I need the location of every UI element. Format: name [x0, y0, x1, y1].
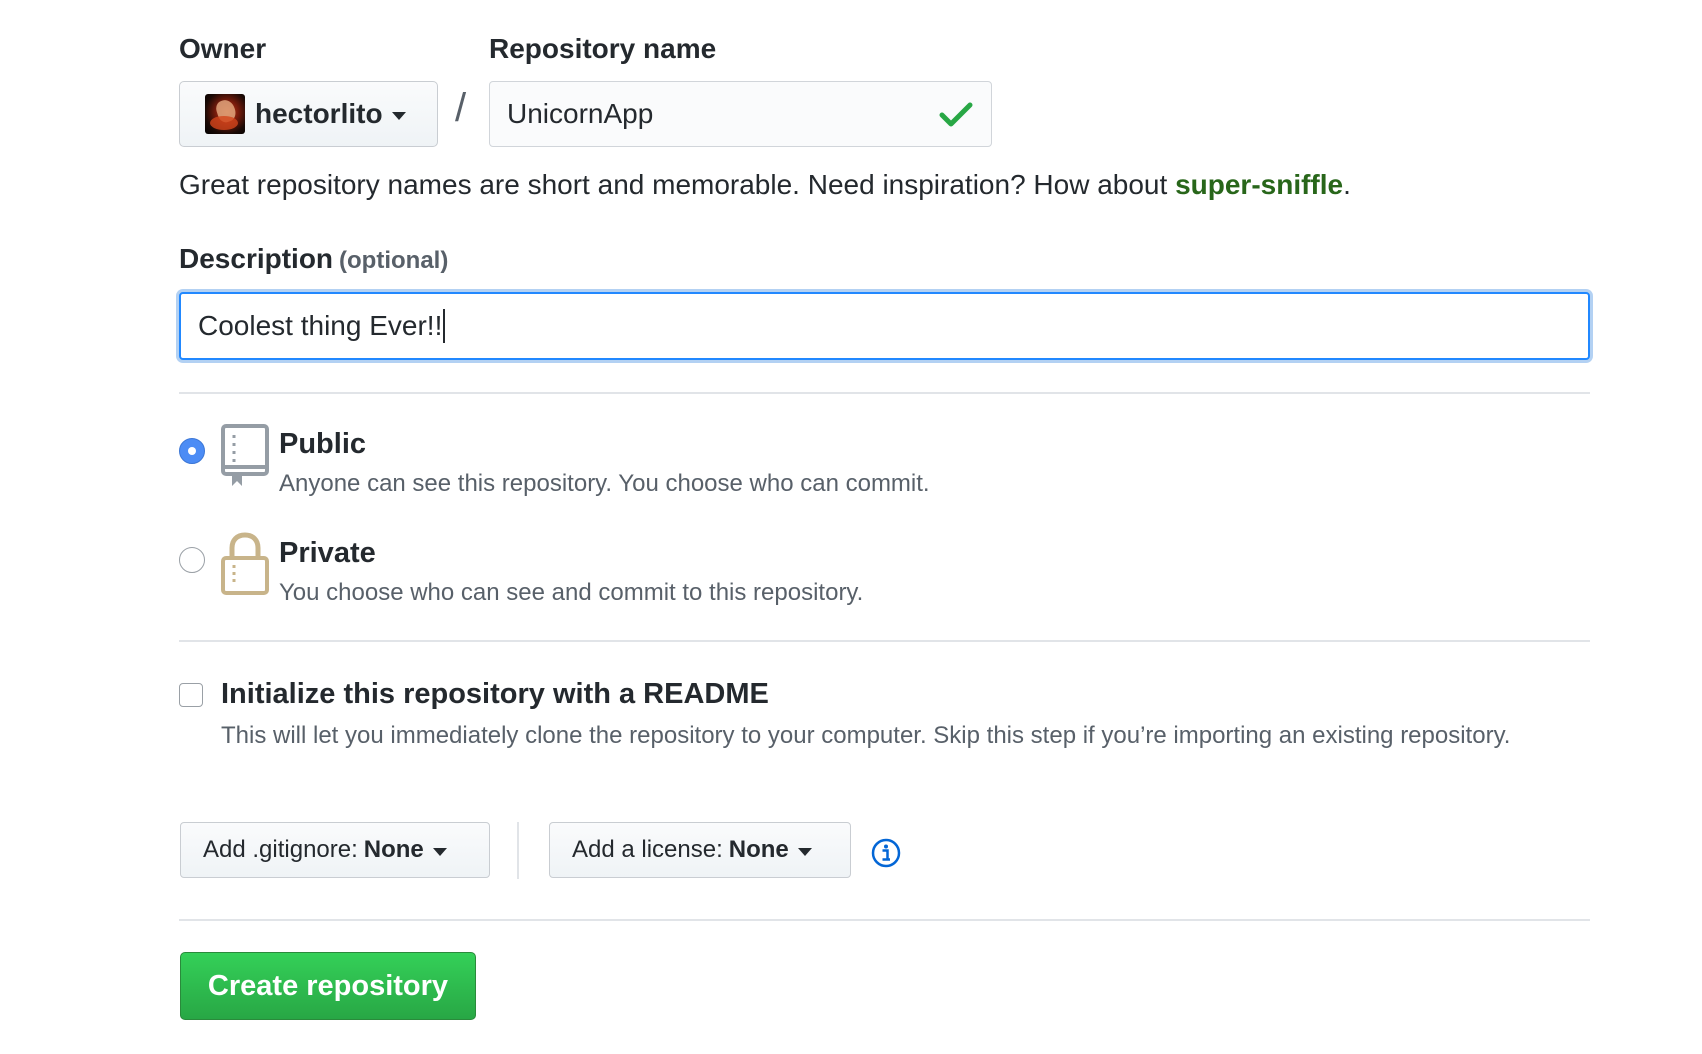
chevron-down-icon [797, 848, 812, 856]
divider [179, 640, 1590, 642]
repo-icon [221, 424, 269, 486]
gitignore-label: Add .gitignore: [203, 836, 358, 863]
name-suggestion-link[interactable]: super-sniffle [1175, 169, 1343, 200]
chevron-down-icon [432, 848, 447, 856]
owner-label: Owner [179, 33, 267, 64]
gitignore-dropdown[interactable]: Add .gitignore: None [180, 822, 490, 878]
private-description: You choose who can see and commit to thi… [279, 579, 864, 606]
optional-tag: (optional) [339, 247, 449, 274]
hint-suffix: . [1343, 169, 1351, 200]
description-label: Description [179, 243, 334, 274]
avatar [205, 94, 245, 134]
hint-text: Great repository names are short and mem… [179, 169, 1176, 200]
check-icon [939, 102, 973, 127]
license-value: None [728, 836, 789, 863]
license-dropdown[interactable]: Add a license: None [549, 822, 851, 878]
description-value: Coolest thing Ever!! [198, 310, 443, 341]
divider [179, 919, 1590, 921]
private-radio[interactable] [179, 547, 205, 573]
repository-name-value: UnicornApp [507, 98, 654, 129]
description-input[interactable]: Coolest thing Ever!! [179, 292, 1590, 360]
repository-name-hint: Great repository names are short and mem… [179, 169, 1351, 201]
readme-description: This will let you immediately clone the … [221, 722, 1511, 749]
dropdown-separator [517, 822, 519, 879]
private-title: Private [279, 537, 376, 569]
gitignore-value: None [363, 836, 424, 863]
description-label-row: Description (optional) [179, 243, 448, 275]
chevron-down-icon [391, 112, 406, 120]
readme-checkbox[interactable] [179, 683, 203, 707]
readme-title: Initialize this repository with a README [221, 678, 769, 710]
owner-repo-separator: / [455, 86, 467, 130]
repository-name-label: Repository name [489, 33, 717, 64]
new-repository-form: Owner hectorlito / Repository name Unico… [0, 0, 1702, 1054]
public-description: Anyone can see this repository. You choo… [279, 470, 930, 497]
license-label: Add a license: [572, 836, 723, 863]
lock-icon [221, 532, 269, 595]
public-radio[interactable] [179, 438, 205, 464]
text-cursor [443, 309, 446, 343]
owner-dropdown[interactable]: hectorlito [179, 81, 438, 147]
divider [179, 392, 1590, 394]
public-title: Public [279, 428, 367, 460]
repository-name-input[interactable]: UnicornApp [489, 81, 992, 147]
owner-name: hectorlito [255, 98, 383, 129]
create-repository-button[interactable]: Create repository [180, 952, 476, 1020]
info-icon[interactable] [871, 838, 901, 868]
